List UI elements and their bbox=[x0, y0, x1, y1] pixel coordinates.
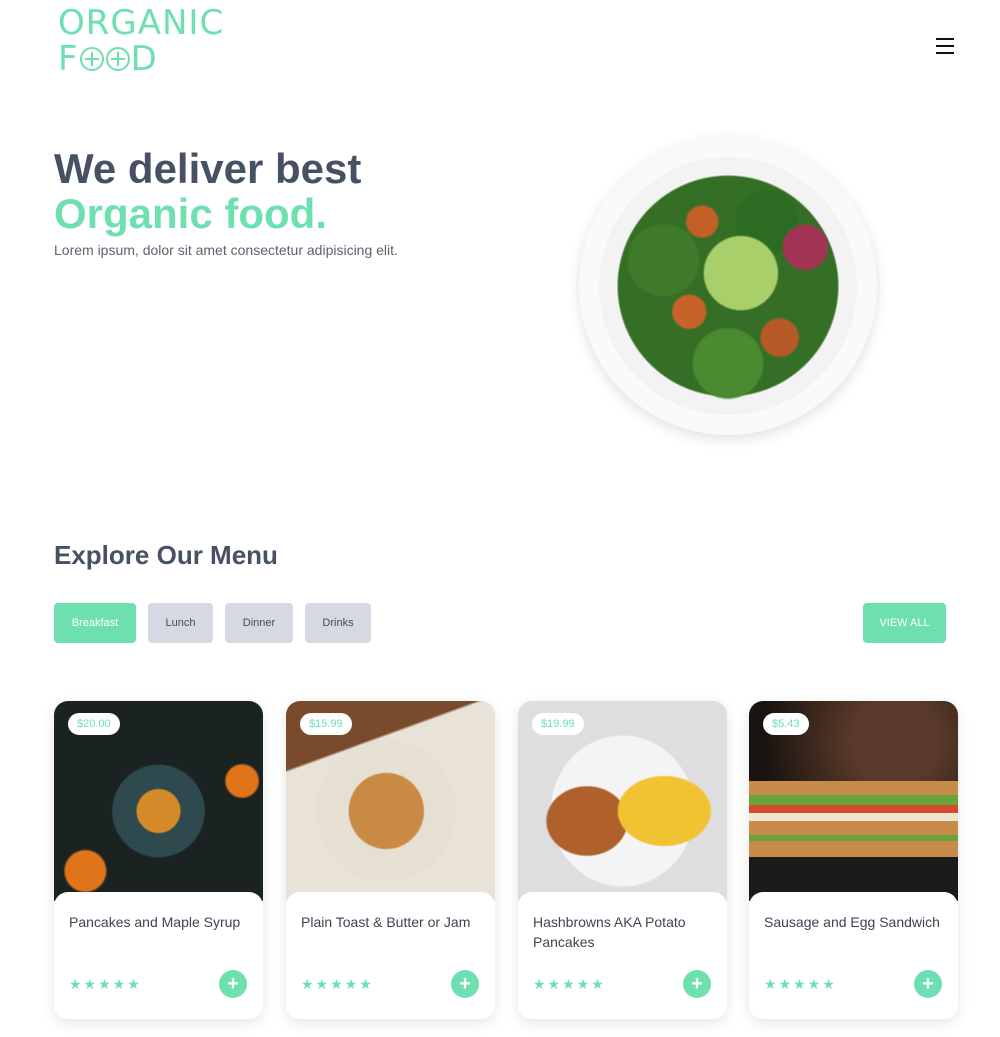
hero-subtitle: Lorem ipsum, dolor sit amet consectetur … bbox=[54, 242, 398, 258]
star-icon: ★★★★★ bbox=[301, 976, 374, 992]
logo[interactable]: ORGANIC F D bbox=[58, 6, 224, 76]
logo-line-2: F D bbox=[58, 42, 224, 76]
card-title: Hashbrowns AKA Potato Pancakes bbox=[533, 914, 686, 950]
hamburger-icon[interactable] bbox=[936, 38, 954, 54]
menu-card[interactable]: $19.99 Hashbrowns AKA Potato Pancakes ★★… bbox=[518, 701, 727, 1019]
hero-title-line-2: Organic food. bbox=[54, 190, 327, 237]
menu-card[interactable]: $5.43 Sausage and Egg Sandwich ★★★★★ + bbox=[749, 701, 958, 1019]
logo-letter-f: F bbox=[58, 39, 79, 79]
menu-card[interactable]: $15.99 Plain Toast & Butter or Jam ★★★★★… bbox=[286, 701, 495, 1019]
logo-line-1: ORGANIC bbox=[58, 3, 225, 43]
star-icon: ★★★★★ bbox=[533, 976, 606, 992]
card-body: Hashbrowns AKA Potato Pancakes ★★★★★ + bbox=[518, 892, 727, 1019]
menu-card[interactable]: $20.00 Pancakes and Maple Syrup ★★★★★ + bbox=[54, 701, 263, 1019]
add-to-cart-button[interactable]: + bbox=[451, 970, 479, 998]
tab-dinner[interactable]: Dinner bbox=[225, 603, 293, 643]
card-body: Pancakes and Maple Syrup ★★★★★ + bbox=[54, 892, 263, 1019]
add-to-cart-button[interactable]: + bbox=[219, 970, 247, 998]
add-to-cart-button[interactable]: + bbox=[683, 970, 711, 998]
menu-section-title: Explore Our Menu bbox=[54, 540, 278, 570]
hero-title-line-1: We deliver best bbox=[54, 145, 362, 192]
salad-plate-image bbox=[579, 137, 877, 435]
hero-title: We deliver best Organic food. bbox=[54, 146, 361, 236]
logo-letter-d: D bbox=[130, 39, 158, 79]
price-badge: $15.99 bbox=[300, 713, 352, 735]
card-title: Plain Toast & Butter or Jam bbox=[301, 914, 471, 930]
tab-drinks[interactable]: Drinks bbox=[305, 603, 371, 643]
card-title: Pancakes and Maple Syrup bbox=[69, 914, 241, 930]
tab-breakfast[interactable]: Breakfast bbox=[54, 603, 136, 643]
price-badge: $19.99 bbox=[532, 713, 584, 735]
price-badge: $5.43 bbox=[763, 713, 809, 735]
salad-image bbox=[599, 157, 857, 415]
star-icon: ★★★★★ bbox=[764, 976, 837, 992]
card-body: Sausage and Egg Sandwich ★★★★★ + bbox=[749, 892, 958, 1019]
add-to-cart-button[interactable]: + bbox=[914, 970, 942, 998]
star-icon: ★★★★★ bbox=[69, 976, 142, 992]
logo-lime-icon bbox=[105, 47, 130, 71]
card-body: Plain Toast & Butter or Jam ★★★★★ + bbox=[286, 892, 495, 1019]
tab-lunch[interactable]: Lunch bbox=[148, 603, 213, 643]
logo-lime-icon bbox=[79, 47, 104, 71]
view-all-button[interactable]: VIEW ALL bbox=[863, 603, 946, 643]
card-title: Sausage and Egg Sandwich bbox=[764, 914, 940, 930]
price-badge: $20.00 bbox=[68, 713, 120, 735]
